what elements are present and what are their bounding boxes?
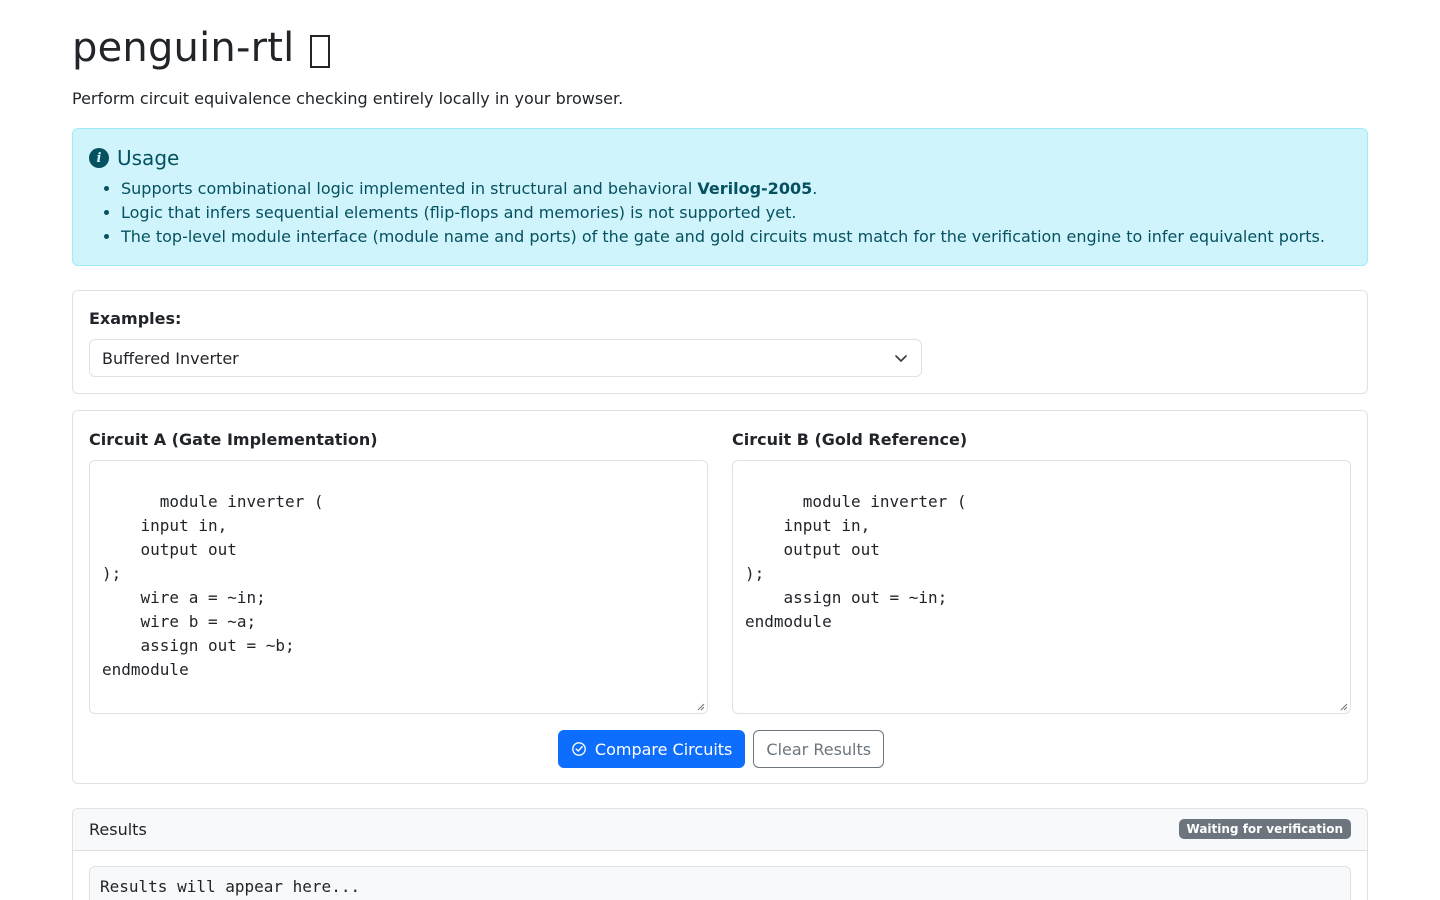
penguin-glyph-icon	[310, 34, 331, 68]
page-title: penguin-rtl	[72, 25, 295, 71]
examples-card: Examples: Buffered Inverter	[72, 290, 1368, 394]
results-header: Results Waiting for verification	[73, 809, 1367, 851]
examples-label: Examples:	[89, 309, 182, 328]
results-output: Results will appear here...	[89, 866, 1351, 900]
usage-item: The top-level module interface (module n…	[121, 225, 1325, 249]
info-icon: i	[89, 148, 109, 168]
usage-title: Usage	[117, 146, 180, 170]
check-circle-icon	[572, 742, 586, 756]
examples-selected-value: Buffered Inverter	[102, 348, 239, 368]
title-row: penguin-rtl	[72, 22, 331, 74]
usage-item-bold: Verilog-2005	[697, 179, 813, 198]
usage-item-text: Supports combinational logic implemented…	[121, 179, 698, 198]
circuit-b-code: module inverter ( input in, output out )…	[745, 492, 967, 631]
resize-handle-icon[interactable]	[1340, 703, 1348, 711]
resize-handle-icon[interactable]	[697, 703, 705, 711]
circuit-a-code: module inverter ( input in, output out )…	[102, 492, 324, 679]
usage-list: Supports combinational logic implemented…	[121, 177, 1325, 249]
results-card: Results Waiting for verification Results…	[72, 808, 1368, 900]
circuit-b-editor[interactable]: module inverter ( input in, output out )…	[732, 460, 1351, 714]
compare-circuits-button[interactable]: Compare Circuits	[557, 730, 746, 768]
results-title: Results	[89, 820, 147, 839]
circuit-b-label: Circuit B (Gold Reference)	[732, 430, 968, 449]
action-buttons: Compare Circuits Clear Results	[73, 730, 1369, 768]
examples-select[interactable]: Buffered Inverter	[89, 339, 922, 377]
usage-item: Logic that infers sequential elements (f…	[121, 201, 1325, 225]
usage-item-suffix: .	[812, 179, 818, 198]
usage-item: Supports combinational logic implemented…	[121, 177, 1325, 201]
usage-alert-header: i Usage	[89, 146, 179, 170]
circuit-a-label: Circuit A (Gate Implementation)	[89, 430, 378, 449]
circuits-card: Circuit A (Gate Implementation) module i…	[72, 410, 1368, 784]
compare-circuits-label: Compare Circuits	[594, 739, 733, 759]
chevron-down-icon	[895, 355, 907, 362]
clear-results-button[interactable]: Clear Results	[753, 730, 885, 768]
page-subtitle: Perform circuit equivalence checking ent…	[72, 89, 624, 108]
circuit-a-editor[interactable]: module inverter ( input in, output out )…	[89, 460, 708, 714]
usage-alert: i Usage Supports combinational logic imp…	[72, 128, 1368, 266]
status-badge: Waiting for verification	[1178, 819, 1351, 839]
